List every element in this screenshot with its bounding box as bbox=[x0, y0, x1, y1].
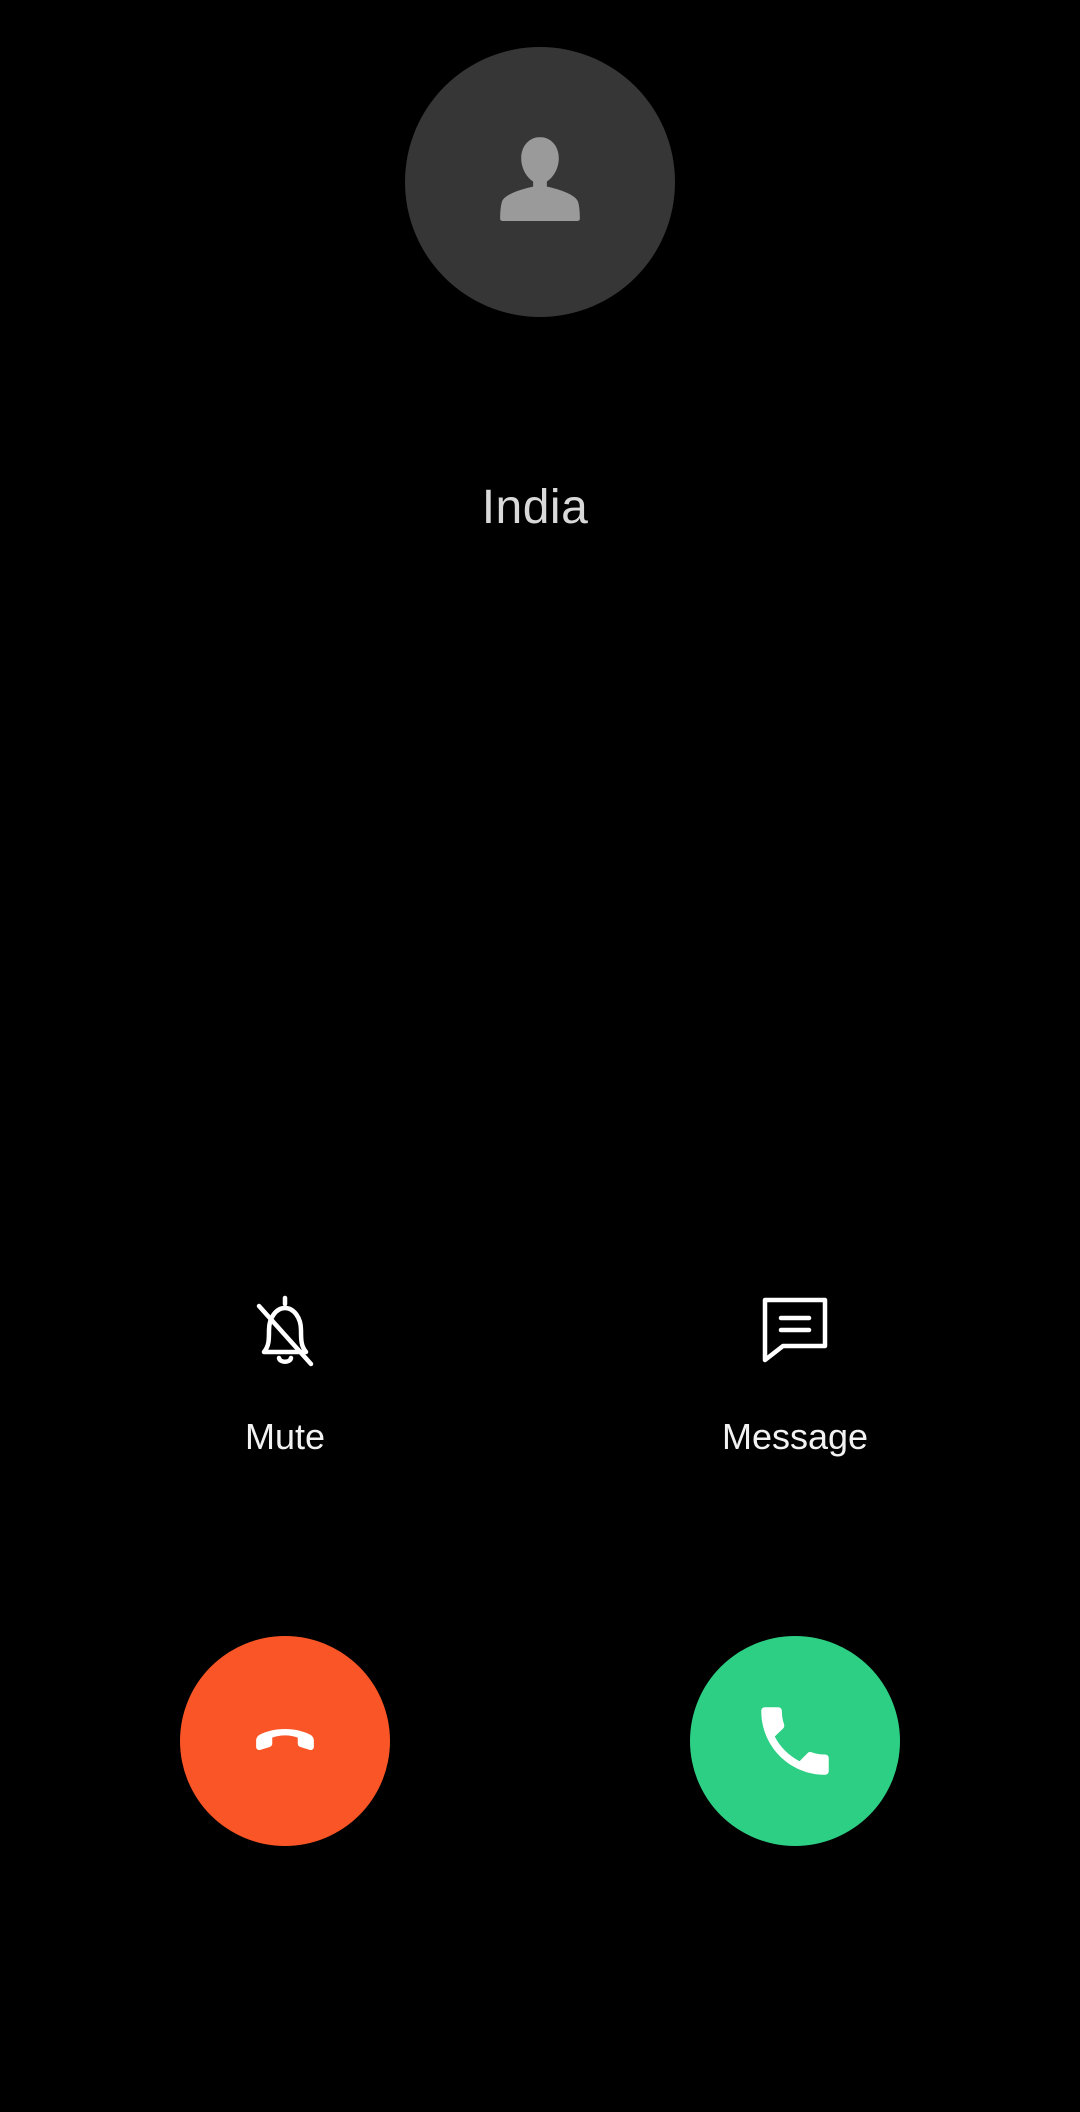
person-silhouette-icon bbox=[500, 137, 580, 221]
message-button[interactable]: Message bbox=[645, 1290, 945, 1458]
answer-call-button[interactable] bbox=[690, 1636, 900, 1846]
caller-name: India bbox=[481, 481, 589, 534]
chat-bubble-icon bbox=[755, 1290, 835, 1370]
phone-hangup-icon bbox=[256, 1729, 314, 1751]
decline-call-button[interactable] bbox=[180, 1636, 390, 1846]
message-label: Message bbox=[721, 1416, 869, 1457]
mute-button[interactable]: Mute bbox=[135, 1290, 435, 1458]
bell-off-icon bbox=[245, 1290, 325, 1370]
mute-label: Mute bbox=[244, 1416, 326, 1457]
caller-avatar bbox=[405, 47, 675, 317]
phone-answer-icon bbox=[761, 1707, 829, 1775]
